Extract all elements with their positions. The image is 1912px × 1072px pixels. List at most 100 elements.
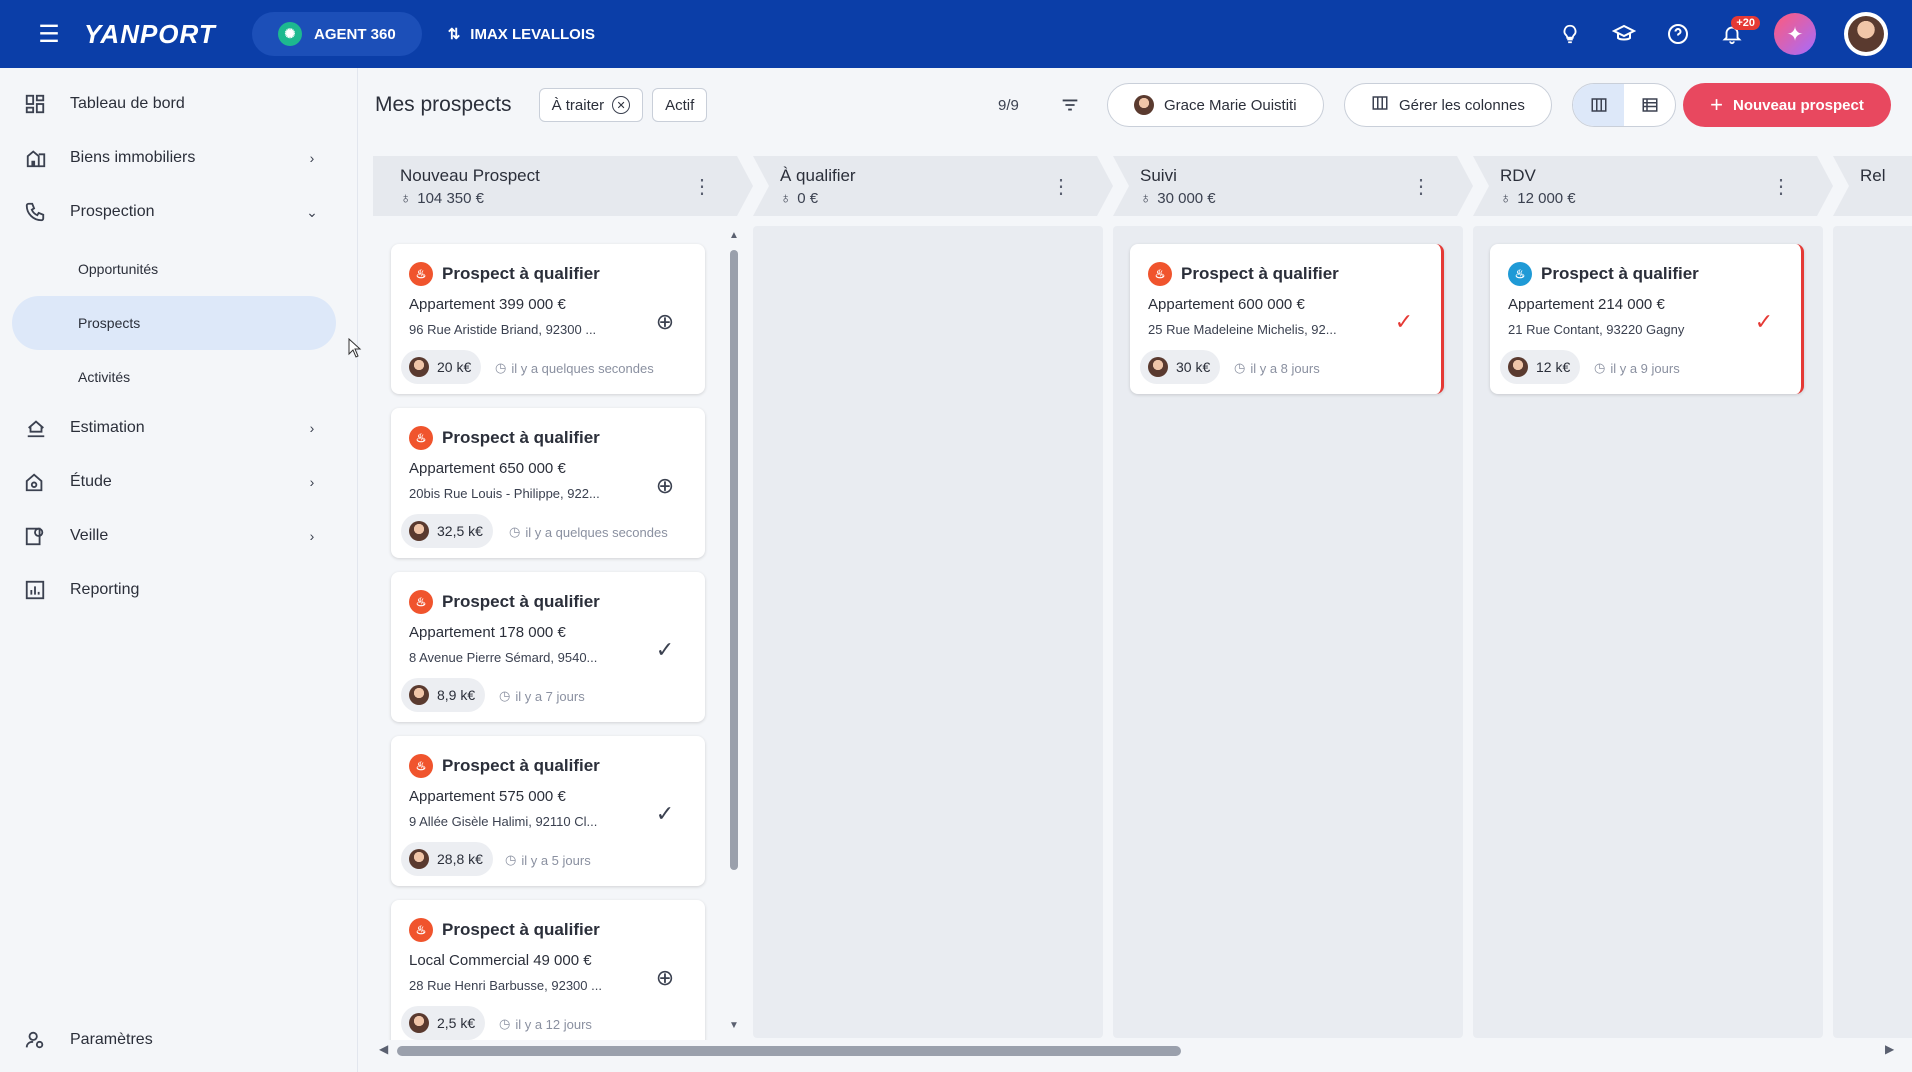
more-icon[interactable]: ⋮ [1771, 174, 1791, 199]
graduation-cap-icon[interactable] [1604, 14, 1644, 54]
result-count: 9/9 [998, 96, 1019, 114]
prospect-card[interactable]: ♨ Prospect à qualifier Appartement 399 00… [391, 244, 705, 394]
money-bag-icon: ♁ [780, 190, 792, 207]
prospect-card[interactable]: ♨ Prospect à qualifier Appartement 214 00… [1490, 244, 1804, 394]
card-price: Appartement 575 000 € [409, 788, 566, 805]
sidebar: Tableau de bord Biens immobiliers › Pros… [0, 68, 358, 1072]
card-title: ♨ Prospect à qualifier [409, 754, 600, 778]
sidebar-item-label: Tableau de bord [70, 95, 185, 112]
check-add-icon[interactable]: ⊕ [651, 472, 679, 500]
check-add-icon[interactable]: ⊕ [651, 964, 679, 992]
dashboard-icon [24, 93, 60, 115]
kanban-view-icon[interactable] [1573, 84, 1624, 126]
user-filter-button[interactable]: Grace Marie Ouistiti [1107, 83, 1324, 127]
column-title: Nouveau Prospect [400, 166, 540, 185]
card-address: 25 Rue Madeleine Michelis, 92... [1148, 322, 1337, 337]
more-icon[interactable]: ⋮ [692, 174, 712, 199]
chevron-right-icon: › [309, 420, 315, 436]
prospect-card[interactable]: ♨ Prospect à qualifier Appartement 650 00… [391, 408, 705, 558]
column-title: Suivi [1140, 166, 1177, 185]
check-alert-icon[interactable]: ✓ [1750, 308, 1778, 336]
logo[interactable]: YANPORT [84, 19, 224, 50]
card-time: ◷ il y a 9 jours [1594, 360, 1680, 376]
sidebar-item-prospection[interactable]: Prospection ⌄ [24, 190, 324, 234]
sidebar-item-label: Paramètres [70, 1031, 153, 1048]
new-prospect-button[interactable]: + Nouveau prospect [1683, 83, 1891, 127]
close-icon[interactable]: ✕ [612, 96, 631, 114]
column-title: Rel [1860, 166, 1886, 185]
check-add-icon[interactable]: ⊕ [651, 308, 679, 336]
clock-icon: ◷ [509, 524, 521, 539]
card-time: ◷ il y a 12 jours [499, 1016, 592, 1032]
help-icon[interactable] [1658, 14, 1698, 54]
user-filter-label: Grace Marie Ouistiti [1164, 96, 1297, 114]
more-icon[interactable]: ⋮ [1051, 174, 1071, 199]
sidebar-item-parametres[interactable]: Paramètres [24, 1018, 324, 1062]
check-alert-icon[interactable]: ✓ [1390, 308, 1418, 336]
prospect-card[interactable]: ♨ Prospect à qualifier Appartement 600 00… [1130, 244, 1444, 394]
sidebar-item-label: Prospection [70, 203, 155, 220]
column-scrollbar[interactable]: ▲ ▼ [727, 230, 741, 1031]
scroll-right-icon[interactable]: ▶ [1885, 1042, 1894, 1056]
phone-icon [24, 201, 60, 223]
chevron-right-icon: › [309, 150, 315, 166]
scroll-up-icon[interactable]: ▲ [727, 230, 741, 241]
check-circle-icon[interactable]: ✓ [651, 800, 679, 828]
sidebar-item-etude[interactable]: Étude › [24, 460, 324, 504]
fee-badge: 32,5 k€ [401, 514, 493, 548]
prospect-card[interactable]: ♨ Prospect à qualifier Appartement 575 00… [391, 736, 705, 886]
list-view-icon[interactable] [1624, 84, 1675, 126]
column-amount: ♁ 104 350 € [400, 190, 484, 207]
avatar [409, 849, 429, 869]
more-icon[interactable]: ⋮ [1411, 174, 1431, 199]
filter-chip-actif[interactable]: Actif [652, 88, 708, 122]
sidebar-item-biens[interactable]: Biens immobiliers › [24, 136, 324, 180]
agency-label: IMAX LEVALLOIS [470, 25, 596, 43]
sidebar-item-dashboard[interactable]: Tableau de bord [24, 82, 324, 126]
sidebar-item-label: Étude [70, 473, 112, 490]
card-title: ♨ Prospect à qualifier [1508, 262, 1699, 286]
clock-icon: ◷ [1234, 360, 1246, 375]
scrollbar-thumb[interactable] [397, 1046, 1181, 1056]
avatar [409, 357, 429, 377]
filter-icon[interactable] [1052, 87, 1088, 123]
sidebar-item-estimation[interactable]: Estimation › [24, 406, 324, 450]
card-title: ♨ Prospect à qualifier [409, 918, 600, 942]
flame-icon: ♨ [409, 918, 433, 942]
sidebar-subitem-opportunites[interactable]: Opportunités [12, 242, 336, 296]
bulb-icon[interactable] [1550, 14, 1590, 54]
scroll-left-icon[interactable]: ◀ [379, 1042, 388, 1056]
scrollbar-thumb[interactable] [730, 250, 738, 870]
column-body [753, 226, 1103, 1038]
watch-icon [24, 525, 60, 547]
board-scrollbar[interactable]: ◀ ▶ [373, 1040, 1912, 1060]
filter-chip-a-traiter[interactable]: À traiter ✕ [538, 88, 644, 122]
bell-icon[interactable]: +20 [1712, 14, 1760, 54]
sidebar-item-reporting[interactable]: Reporting [24, 568, 324, 612]
column-header: RDV ♁ 12 000 € ⋮ [1473, 156, 1833, 216]
kanban-board: Nouveau Prospect ♁ 104 350 € ⋮ À qualifie… [373, 156, 1912, 1040]
agent-360-button[interactable]: ✺ AGENT 360 [252, 12, 422, 56]
prospect-card[interactable]: ♨ Prospect à qualifier Appartement 178 00… [391, 572, 705, 722]
chart-icon [24, 579, 60, 601]
sidebar-subitem-activites[interactable]: Activités [12, 350, 336, 404]
prospect-card[interactable]: ♨ Prospect à qualifier Local Commercial 4… [391, 900, 705, 1040]
avatar [409, 685, 429, 705]
card-time: ◷ il y a 7 jours [499, 688, 585, 704]
sidebar-item-veille[interactable]: Veille › [24, 514, 324, 558]
sparkle-icon[interactable]: ✦ [1774, 13, 1816, 55]
sidebar-subitem-prospects[interactable]: Prospects [12, 296, 336, 350]
agency-switcher[interactable]: ⇅ IMAX LEVALLOIS [448, 25, 596, 44]
flame-icon: ♨ [409, 754, 433, 778]
column-amount: ♁ 0 € [780, 190, 819, 207]
scroll-down-icon[interactable]: ▼ [727, 1020, 741, 1031]
user-avatar[interactable] [1844, 12, 1888, 56]
menu-icon[interactable]: ☰ [24, 0, 74, 68]
manage-columns-button[interactable]: Gérer les colonnes [1344, 83, 1552, 127]
column-header: À qualifier ♁ 0 € ⋮ [753, 156, 1113, 216]
card-address: 21 Rue Contant, 93220 Gagny [1508, 322, 1685, 337]
check-circle-icon[interactable]: ✓ [651, 636, 679, 664]
card-time: ◷ il y a quelques secondes [509, 524, 668, 540]
card-price: Local Commercial 49 000 € [409, 952, 592, 969]
clock-icon: ◷ [499, 688, 511, 703]
